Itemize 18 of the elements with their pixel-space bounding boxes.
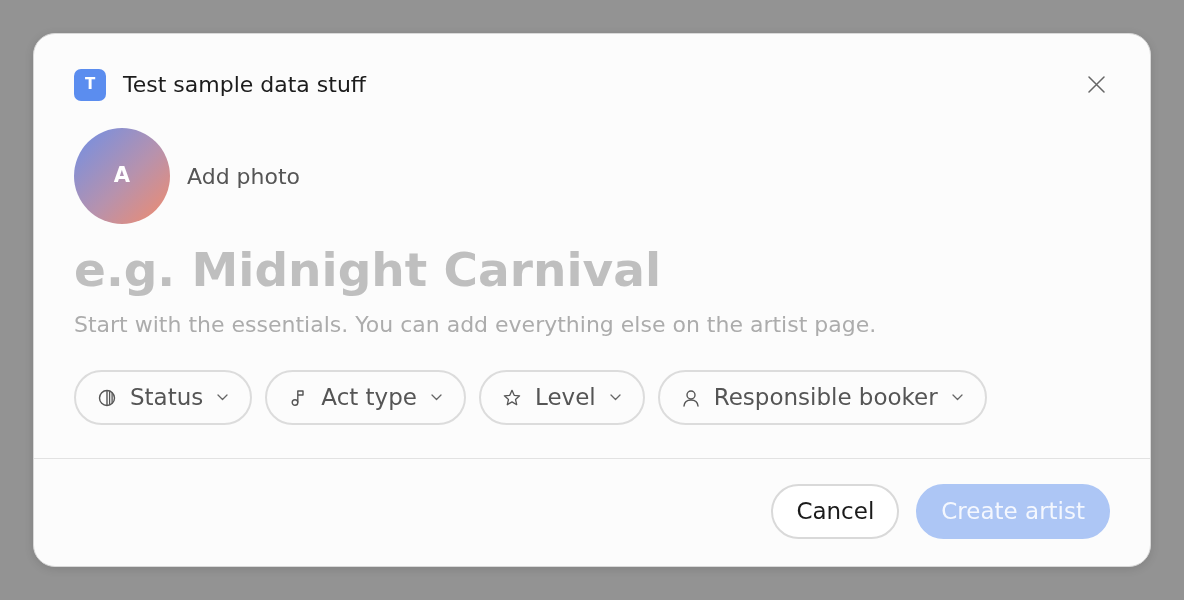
workspace-tile: T (74, 68, 106, 101)
chevron-down-icon (217, 394, 229, 401)
add-photo-button[interactable]: Add photo (187, 159, 301, 193)
property-dropdown[interactable]: Level (479, 370, 645, 425)
cancel-button[interactable]: Cancel (771, 484, 900, 539)
property-dropdown[interactable]: Status (74, 370, 253, 425)
hint-text: Start with the essentials. You can add everything else on the artist page. (74, 311, 878, 339)
striped-circle-icon (98, 388, 116, 407)
star-icon (503, 388, 521, 407)
person-icon (681, 388, 700, 407)
chevron-down-icon (431, 394, 442, 401)
chevron-down-icon (951, 394, 963, 401)
close-button[interactable] (1088, 76, 1105, 93)
property-dropdown[interactable]: Responsible booker (657, 370, 987, 425)
dialog-title: Test sample data stuff (123, 71, 367, 99)
name-field[interactable]: e.g. Midnight Carnival (74, 239, 1105, 301)
chevron-down-icon (609, 394, 621, 401)
property-dropdown[interactable]: Act type (265, 370, 466, 425)
